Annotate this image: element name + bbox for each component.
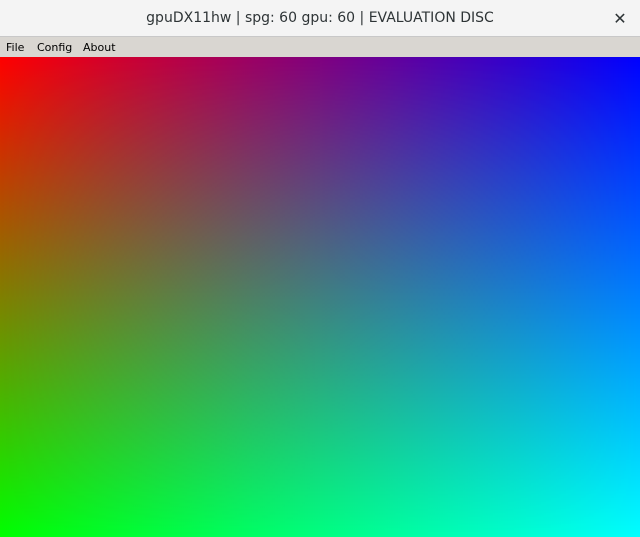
menu-config[interactable]: Config xyxy=(37,37,72,57)
menu-about[interactable]: About xyxy=(83,37,116,57)
close-icon[interactable]: ✕ xyxy=(608,7,632,31)
window-title: gpuDX11hw | spg: 60 gpu: 60 | EVALUATION… xyxy=(146,10,494,26)
menu-file[interactable]: File xyxy=(6,37,24,57)
app-window: gpuDX11hw | spg: 60 gpu: 60 | EVALUATION… xyxy=(0,0,640,537)
render-canvas[interactable] xyxy=(0,57,640,537)
gradient-layer-blue xyxy=(0,57,640,537)
title-bar[interactable]: gpuDX11hw | spg: 60 gpu: 60 | EVALUATION… xyxy=(0,0,640,37)
menu-bar: File Config About xyxy=(0,37,640,57)
